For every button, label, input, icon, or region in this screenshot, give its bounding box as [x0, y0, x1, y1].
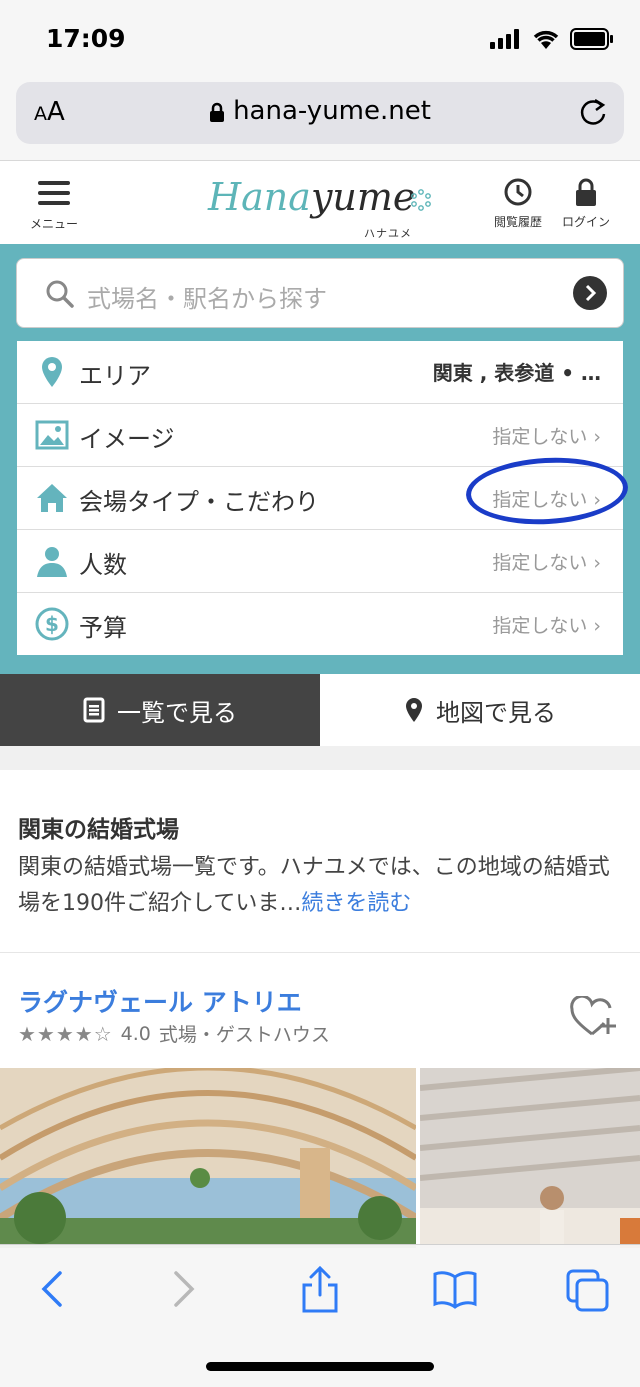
rating-stars: ★★★★☆	[18, 1021, 113, 1046]
forward-icon[interactable]	[170, 1269, 198, 1309]
filter-value: 指定しない ›	[492, 615, 601, 637]
rating-value: 4.0	[120, 1022, 151, 1045]
clock-icon	[504, 178, 532, 206]
reload-icon[interactable]	[578, 96, 608, 128]
filter-label: 会場タイプ・こだわり	[79, 488, 319, 516]
dollar-icon: $	[35, 607, 69, 641]
venue-photo-secondary[interactable]	[420, 1068, 640, 1248]
filter-value: 指定しない ›	[492, 426, 601, 448]
address-bar[interactable]: AA hana-yume.net	[16, 82, 624, 144]
cellular-signal-icon	[490, 29, 519, 49]
home-icon	[37, 484, 67, 512]
login-label: ログイン	[562, 215, 611, 229]
filter-row-area[interactable]: エリア 関東 , 表参道 • …	[17, 341, 623, 404]
image-icon	[35, 420, 69, 450]
hamburger-icon	[38, 181, 70, 205]
back-icon[interactable]	[38, 1269, 66, 1309]
region-description: 関東の結婚式場 関東の結婚式場一覧です。ハナユメでは、この地域の結婚式場を190…	[0, 770, 640, 953]
search-input[interactable]: 式場名・駅名から探す	[16, 258, 624, 328]
padlock-icon	[576, 178, 596, 206]
share-icon[interactable]	[298, 1265, 342, 1313]
search-placeholder: 式場名・駅名から探す	[87, 285, 327, 313]
filter-row-guests[interactable]: 人数 指定しない ›	[17, 530, 623, 593]
filter-label: エリア	[79, 362, 151, 390]
wifi-icon	[533, 30, 559, 49]
person-icon	[37, 547, 67, 577]
svg-text:$: $	[45, 612, 59, 636]
chevron-right-icon	[585, 284, 597, 302]
view-tabs: 一覧で見る 地図で見る	[0, 674, 640, 748]
status-time: 17:09	[46, 24, 126, 53]
menu-label: メニュー	[29, 217, 78, 231]
filter-row-image[interactable]: イメージ 指定しない ›	[17, 404, 623, 467]
login-button[interactable]: ログイン	[562, 177, 610, 230]
read-more-link[interactable]: 続きを読む	[301, 891, 411, 916]
url-text: hana-yume.net	[233, 96, 431, 126]
lock-icon	[210, 102, 225, 122]
search-submit-button[interactable]	[573, 276, 607, 310]
browser-address-area: AA hana-yume.net	[0, 70, 640, 161]
status-bar: 17:09	[0, 0, 640, 80]
bookmarks-icon[interactable]	[432, 1269, 478, 1309]
history-button[interactable]: 閲覧履歴	[494, 177, 542, 230]
status-icons	[490, 28, 614, 50]
battery-icon	[570, 28, 613, 50]
filter-value: 関東 , 表参道 • …	[432, 361, 601, 385]
flower-icon	[411, 189, 431, 211]
tab-list-view[interactable]: 一覧で見る	[0, 674, 320, 746]
map-pin-icon	[406, 698, 422, 722]
list-doc-icon	[83, 697, 105, 723]
tab-map-view[interactable]: 地図で見る	[320, 674, 640, 746]
page-title: 関東の結婚式場	[18, 817, 179, 843]
search-icon	[46, 280, 74, 308]
venue-photo-image	[0, 1068, 416, 1248]
menu-button[interactable]: メニュー	[22, 179, 86, 232]
filter-label: 人数	[79, 551, 127, 579]
logo-text: Hanayume	[208, 175, 416, 219]
filter-label: イメージ	[79, 425, 175, 453]
url-field[interactable]: hana-yume.net	[16, 96, 624, 126]
venue-category: 式場・ゲストハウス	[158, 1024, 330, 1046]
section-divider	[0, 746, 640, 770]
filter-label: 予算	[79, 614, 127, 642]
logo-kana: ハナユメ	[364, 227, 412, 240]
description-text: 関東の結婚式場一覧です。ハナユメでは、この地域の結婚式場を190件ご紹介していま…	[18, 855, 610, 916]
site-logo[interactable]: Hanayume ハナユメ	[208, 175, 438, 240]
tabs-icon[interactable]	[566, 1269, 610, 1313]
venue-photo-image	[420, 1068, 640, 1248]
site-header: メニュー Hanayume ハナユメ 閲覧履歴 ログイン	[0, 161, 640, 244]
home-indicator	[206, 1362, 434, 1371]
venue-photo-main[interactable]	[0, 1068, 416, 1248]
tab-label: 一覧で見る	[117, 698, 237, 727]
favorite-heart-add-icon[interactable]	[570, 996, 618, 1038]
filter-value: 指定しない ›	[492, 552, 601, 574]
tab-label: 地図で見る	[436, 698, 556, 727]
browser-toolbar	[0, 1244, 640, 1387]
filter-row-budget[interactable]: $ 予算 指定しない ›	[17, 593, 623, 655]
venue-name-link[interactable]: ラグナヴェール アトリエ	[18, 983, 302, 1019]
venue-meta: ★★★★☆ 4.0 式場・ゲストハウス	[18, 1020, 330, 1047]
history-label: 閲覧履歴	[494, 215, 543, 229]
map-pin-icon	[42, 357, 62, 387]
